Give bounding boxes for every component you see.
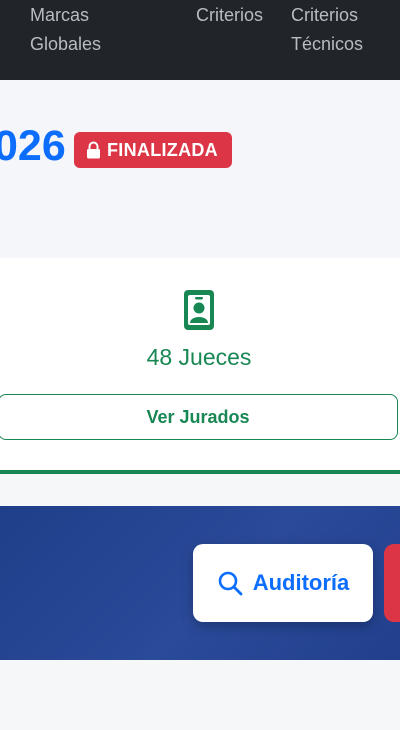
event-title-section: 026 FINALIZADA — [0, 80, 400, 258]
actions-band: Auditoría — [0, 506, 400, 660]
search-icon — [218, 571, 243, 596]
judges-card-accent-border — [0, 470, 400, 474]
page-bottom — [0, 660, 400, 730]
top-navbar: Marcas Globales Criterios Criterios Técn… — [0, 0, 400, 80]
nav-link-criterios[interactable]: Criterios — [196, 1, 263, 30]
status-badge: FINALIZADA — [74, 132, 232, 168]
danger-action-button[interactable] — [384, 544, 400, 622]
nav-link-criterios-tecnicos[interactable]: Criterios Técnicos — [291, 1, 363, 59]
event-year-title: 026 — [0, 122, 66, 170]
id-badge-icon — [184, 290, 214, 330]
view-judges-button[interactable]: Ver Jurados — [0, 394, 398, 440]
audit-button-label: Auditoría — [252, 570, 350, 595]
audit-button[interactable]: Auditoría — [193, 544, 373, 622]
lock-icon — [87, 141, 100, 159]
nav-link-marcas-globales[interactable]: Marcas Globales — [30, 1, 101, 59]
status-badge-label: FINALIZADA — [107, 139, 218, 160]
judges-card: 48 Jueces Ver Jurados — [0, 258, 400, 474]
judges-count: 48 Jueces — [146, 344, 252, 370]
